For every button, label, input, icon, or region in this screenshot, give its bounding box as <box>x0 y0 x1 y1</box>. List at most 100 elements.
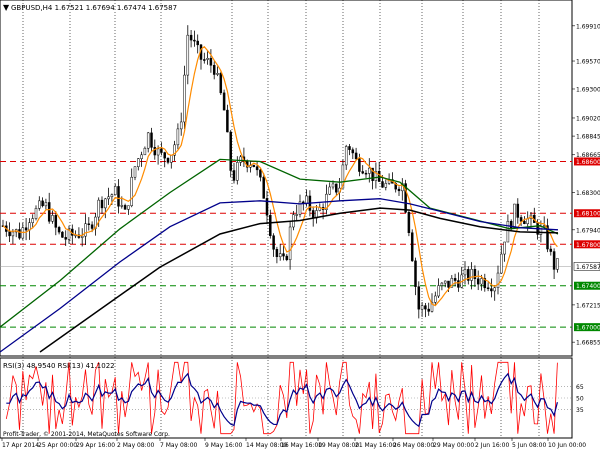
candle-body <box>137 158 140 167</box>
candle-body <box>486 287 490 290</box>
candle-body <box>506 220 510 243</box>
price-tick-label: 1.69300 <box>576 86 600 93</box>
candle-body <box>38 200 41 209</box>
candle-body <box>368 167 371 174</box>
candle-body <box>500 253 503 274</box>
candle-body <box>80 235 84 238</box>
candle-body <box>288 226 292 261</box>
candle-body <box>344 146 348 166</box>
candle-body <box>110 194 114 198</box>
time-label: 29 Apr 16:00 <box>76 442 115 449</box>
candle-body <box>160 148 163 153</box>
candle-body <box>226 109 229 133</box>
candle-body <box>87 223 91 225</box>
candle-body <box>236 162 239 181</box>
candle-body <box>440 282 444 286</box>
price-chart[interactable]: 1.68600 1.68100 1.67800 1.67400 1.67000 1.675… <box>0 0 600 450</box>
price-tick-label: 1.67940 <box>576 227 600 234</box>
price-tick-label: 1.68845 <box>576 134 600 141</box>
candle-body <box>519 217 523 222</box>
price-tick-label: 1.68665 <box>576 152 600 159</box>
time-axis: 17 Apr 201425 Apr 00:0029 Apr 16:00 2 May… <box>1 438 586 449</box>
candle-body <box>57 227 61 233</box>
candle-body <box>54 215 58 228</box>
candle-body <box>64 237 67 240</box>
candle-body <box>219 73 223 94</box>
candle-body <box>397 188 401 192</box>
candle-body <box>186 34 190 76</box>
price-panel[interactable] <box>0 0 573 357</box>
price-tick-label: 1.69910 <box>576 23 600 30</box>
candle-body <box>133 166 137 178</box>
candle-body <box>166 157 170 163</box>
candle-body <box>100 199 104 209</box>
level-label: 1.68100 <box>576 211 600 218</box>
candle-body <box>437 285 440 297</box>
level-label: 1.67400 <box>576 283 600 290</box>
time-label: 9 May 16:00 <box>205 442 243 449</box>
candle-body <box>490 288 493 292</box>
candle-body <box>516 203 520 218</box>
candle-body <box>358 158 361 172</box>
candle-body <box>381 181 384 188</box>
candle-body <box>493 287 496 292</box>
current-price-label: 1.67587 <box>576 264 600 271</box>
candle-body <box>295 214 298 216</box>
time-label: 16 May 16:00 <box>281 442 322 449</box>
candle-body <box>34 208 38 219</box>
candle-body <box>269 215 272 236</box>
candle-body <box>193 39 196 42</box>
level-label: 1.67000 <box>576 325 600 332</box>
rsi-title: RSI(3) 48.9540 RSI(13) 41.1022 <box>3 362 115 370</box>
price-tick-label: 1.67215 <box>576 302 600 309</box>
candle-body <box>41 200 44 207</box>
candle-body <box>328 186 331 195</box>
candle-body <box>282 253 285 257</box>
candle-body <box>503 241 506 255</box>
candle-body <box>176 128 180 146</box>
candle-body <box>552 251 556 270</box>
candle-body <box>443 280 447 284</box>
candle-body <box>361 171 364 174</box>
candle-body <box>457 280 460 288</box>
time-label: 17 Apr 2014 <box>2 442 39 449</box>
candle-body <box>140 154 143 159</box>
level-label: 1.67800 <box>576 242 600 249</box>
candle-body <box>143 147 147 156</box>
candle-body <box>259 169 262 178</box>
candle-body <box>196 40 199 46</box>
candle-body <box>120 205 124 207</box>
candle-body <box>427 308 430 312</box>
candle-body <box>476 278 480 285</box>
candle-body <box>183 74 186 123</box>
candle-body <box>285 255 289 261</box>
symbol-dropdown-icon[interactable]: ▼ <box>3 3 10 12</box>
rsi-level-label: 35 <box>576 407 584 414</box>
candle-body <box>8 231 11 237</box>
candle-body <box>305 195 308 204</box>
candle-body <box>447 280 450 288</box>
candle-body <box>311 210 315 219</box>
candle-body <box>384 183 388 188</box>
candle-body <box>272 235 275 250</box>
candle-body <box>496 272 500 289</box>
candle-body <box>11 231 15 237</box>
candle-body <box>31 218 34 223</box>
candle-body <box>117 186 120 207</box>
time-label: 19 May 08:00 <box>318 442 359 449</box>
rsi-level-label: 65 <box>576 384 584 391</box>
candle-body <box>470 269 473 281</box>
candle-body <box>417 286 421 310</box>
candle-body <box>262 176 265 199</box>
candle-body <box>351 149 355 154</box>
symbol-info: GBPUSD,H4 1.67521 1.67694 1.67474 1.6758… <box>11 4 177 12</box>
price-axis: 1.68600 1.68100 1.67800 1.67400 1.67000 1.675… <box>572 23 600 414</box>
rsi-level-label: 50 <box>576 396 584 403</box>
candle-body <box>51 215 54 222</box>
candle-body <box>130 176 133 206</box>
candle-body <box>179 121 183 130</box>
candle-body <box>150 132 153 148</box>
candle-body <box>127 205 130 210</box>
candle-body <box>90 224 94 229</box>
candle-body <box>364 172 368 175</box>
